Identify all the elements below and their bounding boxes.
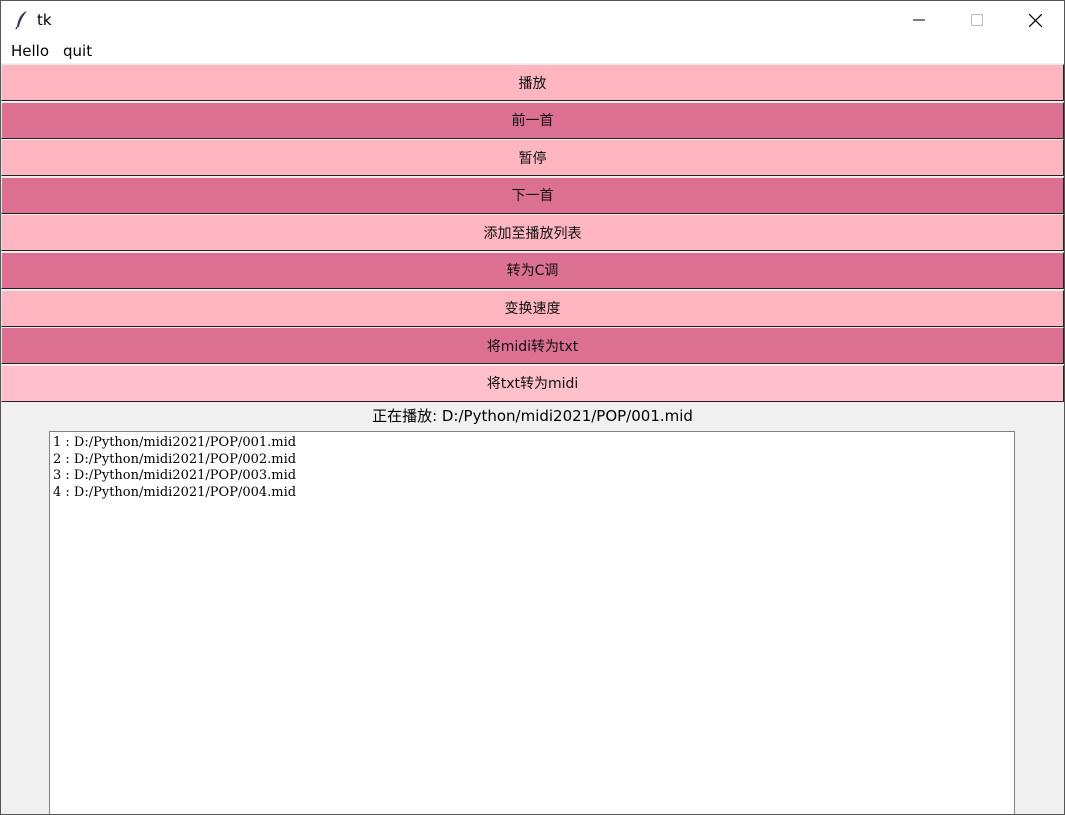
minimize-icon	[913, 19, 925, 21]
window-controls	[890, 1, 1064, 39]
playlist-listbox[interactable]: 1 : D:/Python/midi2021/POP/001.mid 2 : D…	[49, 431, 1015, 814]
feather-icon	[11, 9, 33, 31]
transpose-to-c-button[interactable]: 转为C调	[1, 251, 1064, 289]
menu-bar: Hello quit	[1, 39, 1064, 63]
maximize-icon	[971, 14, 983, 26]
add-to-playlist-button[interactable]: 添加至播放列表	[1, 214, 1064, 252]
close-button[interactable]	[1006, 1, 1064, 39]
menu-hello[interactable]: Hello	[4, 39, 56, 63]
change-speed-button[interactable]: 变换速度	[1, 289, 1064, 327]
list-item[interactable]: 2 : D:/Python/midi2021/POP/002.mid	[53, 452, 1011, 469]
close-icon	[1028, 13, 1042, 27]
pause-button[interactable]: 暂停	[1, 139, 1064, 177]
maximize-button[interactable]	[948, 1, 1006, 39]
list-item[interactable]: 3 : D:/Python/midi2021/POP/003.mid	[53, 468, 1011, 485]
window-title: tk	[37, 11, 52, 29]
menu-quit[interactable]: quit	[56, 39, 99, 63]
minimize-button[interactable]	[890, 1, 948, 39]
title-bar: tk	[1, 1, 1064, 39]
midi-to-txt-button[interactable]: 将midi转为txt	[1, 327, 1064, 365]
previous-button[interactable]: 前一首	[1, 101, 1064, 139]
app-window: tk Hello quit 播放 前一首 暂停 下一首 添加至播放列表 转为C调…	[0, 0, 1065, 815]
next-button[interactable]: 下一首	[1, 176, 1064, 214]
list-item[interactable]: 4 : D:/Python/midi2021/POP/004.mid	[53, 485, 1011, 502]
control-buttons: 播放 前一首 暂停 下一首 添加至播放列表 转为C调 变换速度 将midi转为t…	[1, 64, 1064, 402]
now-playing-label: 正在播放: D:/Python/midi2021/POP/001.mid	[372, 407, 693, 425]
play-button[interactable]: 播放	[1, 64, 1064, 101]
list-item[interactable]: 1 : D:/Python/midi2021/POP/001.mid	[53, 435, 1011, 452]
txt-to-midi-button[interactable]: 将txt转为midi	[1, 364, 1064, 402]
